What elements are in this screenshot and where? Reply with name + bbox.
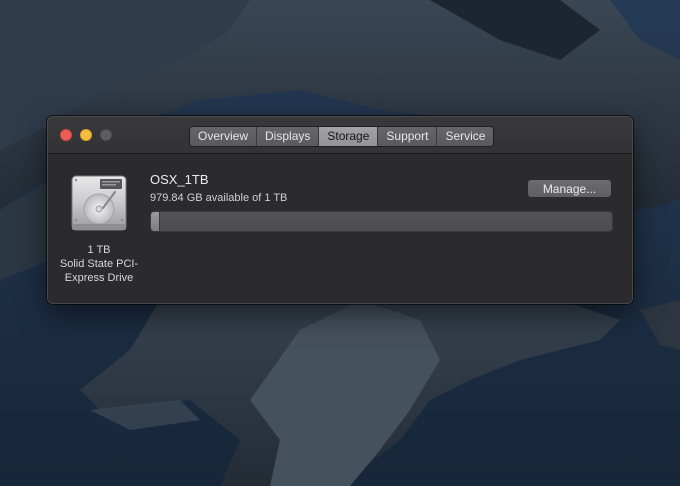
- manage-button[interactable]: Manage...: [527, 179, 612, 198]
- close-button[interactable]: [60, 129, 72, 141]
- storage-usage-bar: [150, 211, 613, 232]
- storage-panel: 1 TB Solid State PCI- Express Drive OSX_…: [48, 154, 632, 303]
- disk-name: OSX_1TB: [150, 172, 209, 187]
- tab-overview[interactable]: Overview: [190, 127, 258, 146]
- tab-storage[interactable]: Storage: [319, 127, 379, 146]
- drive-caption: 1 TB Solid State PCI- Express Drive: [50, 243, 148, 285]
- tab-service[interactable]: Service: [437, 127, 494, 146]
- minimize-button[interactable]: [80, 129, 92, 141]
- storage-usage-fill: [151, 212, 161, 231]
- drive-type-line2: Express Drive: [64, 272, 134, 284]
- tab-bar: Overview Displays Storage Support Servic…: [189, 126, 495, 147]
- internal-drive-icon: [71, 175, 127, 231]
- drive-type-line1: Solid State PCI-: [59, 258, 139, 270]
- window-titlebar[interactable]: Overview Displays Storage Support Servic…: [48, 117, 632, 154]
- tab-displays[interactable]: Displays: [257, 127, 320, 146]
- about-this-mac-window: Overview Displays Storage Support Servic…: [47, 116, 633, 304]
- disk-available-text: 979.84 GB available of 1 TB: [150, 192, 288, 204]
- tab-support[interactable]: Support: [378, 127, 438, 146]
- desktop-background: Overview Displays Storage Support Servic…: [0, 0, 680, 486]
- drive-capacity: 1 TB: [87, 244, 111, 256]
- zoom-button[interactable]: [100, 129, 112, 141]
